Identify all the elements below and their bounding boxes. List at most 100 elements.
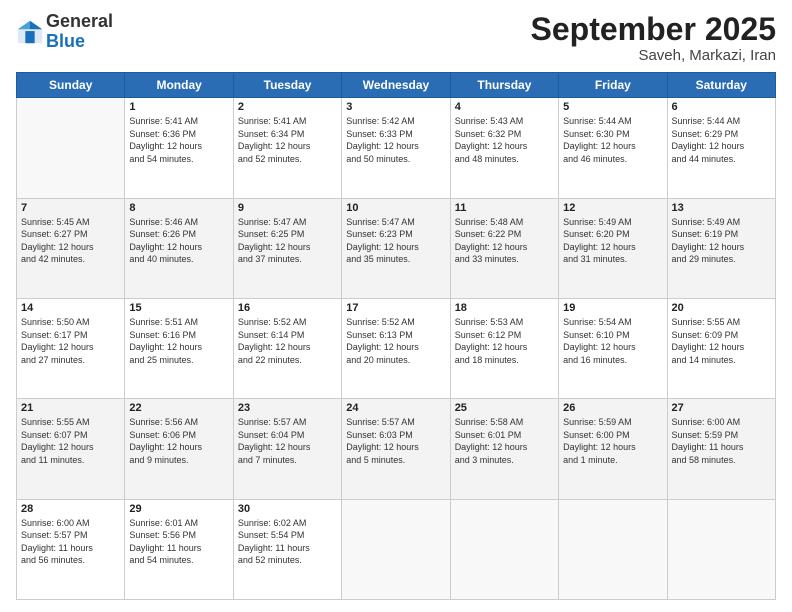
calendar-cell: 30Sunrise: 6:02 AM Sunset: 5:54 PM Dayli… [233, 499, 341, 599]
day-info: Sunrise: 5:47 AM Sunset: 6:25 PM Dayligh… [238, 216, 337, 266]
calendar-cell [559, 499, 667, 599]
day-info: Sunrise: 5:45 AM Sunset: 6:27 PM Dayligh… [21, 216, 120, 266]
day-info: Sunrise: 5:55 AM Sunset: 6:09 PM Dayligh… [672, 316, 771, 366]
day-info: Sunrise: 6:02 AM Sunset: 5:54 PM Dayligh… [238, 517, 337, 567]
calendar-cell: 28 Sunrise: 6:00 AM Sunset: 5:57 PM Dayli… [17, 499, 125, 599]
day-info: Sunrise: 5:56 AM Sunset: 6:06 PM Dayligh… [129, 416, 228, 466]
header-monday: Monday [125, 73, 233, 98]
day-info: Sunrise: 5:52 AM Sunset: 6:13 PM Dayligh… [346, 316, 445, 366]
day-number: 27 [672, 402, 771, 414]
day-info: Sunrise: 5:46 AM Sunset: 6:26 PM Dayligh… [129, 216, 228, 266]
calendar-cell: 23 Sunrise: 5:57 AM Sunset: 6:04 PM Dayli… [233, 399, 341, 499]
day-number: 18 [455, 302, 554, 314]
calendar-cell: 25 Sunrise: 5:58 AM Sunset: 6:01 PM Dayli… [450, 399, 558, 499]
calendar-cell: 8Sunrise: 5:46 AM Sunset: 6:26 PM Daylig… [125, 198, 233, 298]
calendar-cell: 29 Sunrise: 6:01 AM Sunset: 5:56 PM Dayli… [125, 499, 233, 599]
calendar-cell [17, 98, 125, 198]
day-info: Sunrise: 5:49 AM Sunset: 6:20 PM Dayligh… [563, 216, 662, 266]
day-info: Sunrise: 5:52 AM Sunset: 6:14 PM Dayligh… [238, 316, 337, 366]
day-info: Sunrise: 5:57 AM Sunset: 6:03 PM Dayligh… [346, 416, 445, 466]
calendar-cell [667, 499, 775, 599]
logo-blue-text: Blue [46, 31, 85, 51]
day-number: 29 [129, 503, 228, 515]
day-number: 17 [346, 302, 445, 314]
day-info: Sunrise: 5:54 AM Sunset: 6:10 PM Dayligh… [563, 316, 662, 366]
day-number: 20 [672, 302, 771, 314]
day-number: 1 [129, 101, 228, 113]
day-number: 26 [563, 402, 662, 414]
day-number: 25 [455, 402, 554, 414]
day-number: 11 [455, 202, 554, 214]
logo: General Blue [16, 12, 113, 52]
logo-icon [16, 18, 44, 46]
day-info: Sunrise: 5:57 AM Sunset: 6:04 PM Dayligh… [238, 416, 337, 466]
page: General Blue September 2025 Saveh, Marka… [0, 0, 792, 612]
calendar-cell: 18 Sunrise: 5:53 AM Sunset: 6:12 PM Dayli… [450, 298, 558, 398]
day-info: Sunrise: 6:01 AM Sunset: 5:56 PM Dayligh… [129, 517, 228, 567]
day-info: Sunrise: 5:41 AM Sunset: 6:36 PM Dayligh… [129, 115, 228, 165]
day-number: 2 [238, 101, 337, 113]
day-info: Sunrise: 5:58 AM Sunset: 6:01 PM Dayligh… [455, 416, 554, 466]
calendar-cell: 9 Sunrise: 5:47 AM Sunset: 6:25 PM Daylig… [233, 198, 341, 298]
calendar-cell [342, 499, 450, 599]
day-info: Sunrise: 5:53 AM Sunset: 6:12 PM Dayligh… [455, 316, 554, 366]
calendar-cell: 5 Sunrise: 5:44 AM Sunset: 6:30 PM Daylig… [559, 98, 667, 198]
weekday-header-row: Sunday Monday Tuesday Wednesday Thursday… [17, 73, 776, 98]
day-number: 23 [238, 402, 337, 414]
calendar-cell: 12 Sunrise: 5:49 AM Sunset: 6:20 PM Dayli… [559, 198, 667, 298]
day-info: Sunrise: 6:00 AM Sunset: 5:57 PM Dayligh… [21, 517, 120, 567]
day-number: 14 [21, 302, 120, 314]
day-number: 28 [21, 503, 120, 515]
calendar-cell: 6Sunrise: 5:44 AM Sunset: 6:29 PM Daylig… [667, 98, 775, 198]
title-block: September 2025 Saveh, Markazi, Iran [531, 12, 776, 64]
calendar-week-row: 1 Sunrise: 5:41 AM Sunset: 6:36 PM Daylig… [17, 98, 776, 198]
header-wednesday: Wednesday [342, 73, 450, 98]
day-info: Sunrise: 5:43 AM Sunset: 6:32 PM Dayligh… [455, 115, 554, 165]
day-number: 21 [21, 402, 120, 414]
header-tuesday: Tuesday [233, 73, 341, 98]
calendar-cell: 19 Sunrise: 5:54 AM Sunset: 6:10 PM Dayli… [559, 298, 667, 398]
calendar-week-row: 14 Sunrise: 5:50 AM Sunset: 6:17 PM Dayli… [17, 298, 776, 398]
day-info: Sunrise: 5:42 AM Sunset: 6:33 PM Dayligh… [346, 115, 445, 165]
day-number: 22 [129, 402, 228, 414]
day-info: Sunrise: 5:41 AM Sunset: 6:34 PM Dayligh… [238, 115, 337, 165]
calendar-cell: 21Sunrise: 5:55 AM Sunset: 6:07 PM Dayli… [17, 399, 125, 499]
day-number: 10 [346, 202, 445, 214]
header-sunday: Sunday [17, 73, 125, 98]
calendar-week-row: 7Sunrise: 5:45 AM Sunset: 6:27 PM Daylig… [17, 198, 776, 298]
calendar-cell: 16 Sunrise: 5:52 AM Sunset: 6:14 PM Dayli… [233, 298, 341, 398]
calendar-week-row: 21Sunrise: 5:55 AM Sunset: 6:07 PM Dayli… [17, 399, 776, 499]
day-number: 4 [455, 101, 554, 113]
calendar-cell: 15 Sunrise: 5:51 AM Sunset: 6:16 PM Dayli… [125, 298, 233, 398]
header-friday: Friday [559, 73, 667, 98]
calendar-cell: 27 Sunrise: 6:00 AM Sunset: 5:59 PM Dayli… [667, 399, 775, 499]
day-number: 24 [346, 402, 445, 414]
day-info: Sunrise: 5:49 AM Sunset: 6:19 PM Dayligh… [672, 216, 771, 266]
day-info: Sunrise: 5:44 AM Sunset: 6:29 PM Dayligh… [672, 115, 771, 165]
day-info: Sunrise: 5:44 AM Sunset: 6:30 PM Dayligh… [563, 115, 662, 165]
calendar-cell: 26Sunrise: 5:59 AM Sunset: 6:00 PM Dayli… [559, 399, 667, 499]
day-info: Sunrise: 5:50 AM Sunset: 6:17 PM Dayligh… [21, 316, 120, 366]
calendar-cell: 2 Sunrise: 5:41 AM Sunset: 6:34 PM Daylig… [233, 98, 341, 198]
calendar-cell: 11 Sunrise: 5:48 AM Sunset: 6:22 PM Dayli… [450, 198, 558, 298]
day-number: 5 [563, 101, 662, 113]
header-thursday: Thursday [450, 73, 558, 98]
location: Saveh, Markazi, Iran [531, 47, 776, 64]
calendar-cell: 24 Sunrise: 5:57 AM Sunset: 6:03 PM Dayli… [342, 399, 450, 499]
day-number: 12 [563, 202, 662, 214]
calendar-cell: 7Sunrise: 5:45 AM Sunset: 6:27 PM Daylig… [17, 198, 125, 298]
calendar-cell [450, 499, 558, 599]
day-number: 19 [563, 302, 662, 314]
calendar-cell: 20 Sunrise: 5:55 AM Sunset: 6:09 PM Dayli… [667, 298, 775, 398]
calendar-cell: 1 Sunrise: 5:41 AM Sunset: 6:36 PM Daylig… [125, 98, 233, 198]
day-info: Sunrise: 5:48 AM Sunset: 6:22 PM Dayligh… [455, 216, 554, 266]
day-number: 16 [238, 302, 337, 314]
day-info: Sunrise: 6:00 AM Sunset: 5:59 PM Dayligh… [672, 416, 771, 466]
day-info: Sunrise: 5:47 AM Sunset: 6:23 PM Dayligh… [346, 216, 445, 266]
day-info: Sunrise: 5:51 AM Sunset: 6:16 PM Dayligh… [129, 316, 228, 366]
day-number: 9 [238, 202, 337, 214]
calendar-cell: 14 Sunrise: 5:50 AM Sunset: 6:17 PM Dayli… [17, 298, 125, 398]
day-number: 15 [129, 302, 228, 314]
calendar: Sunday Monday Tuesday Wednesday Thursday… [16, 72, 776, 600]
day-number: 13 [672, 202, 771, 214]
